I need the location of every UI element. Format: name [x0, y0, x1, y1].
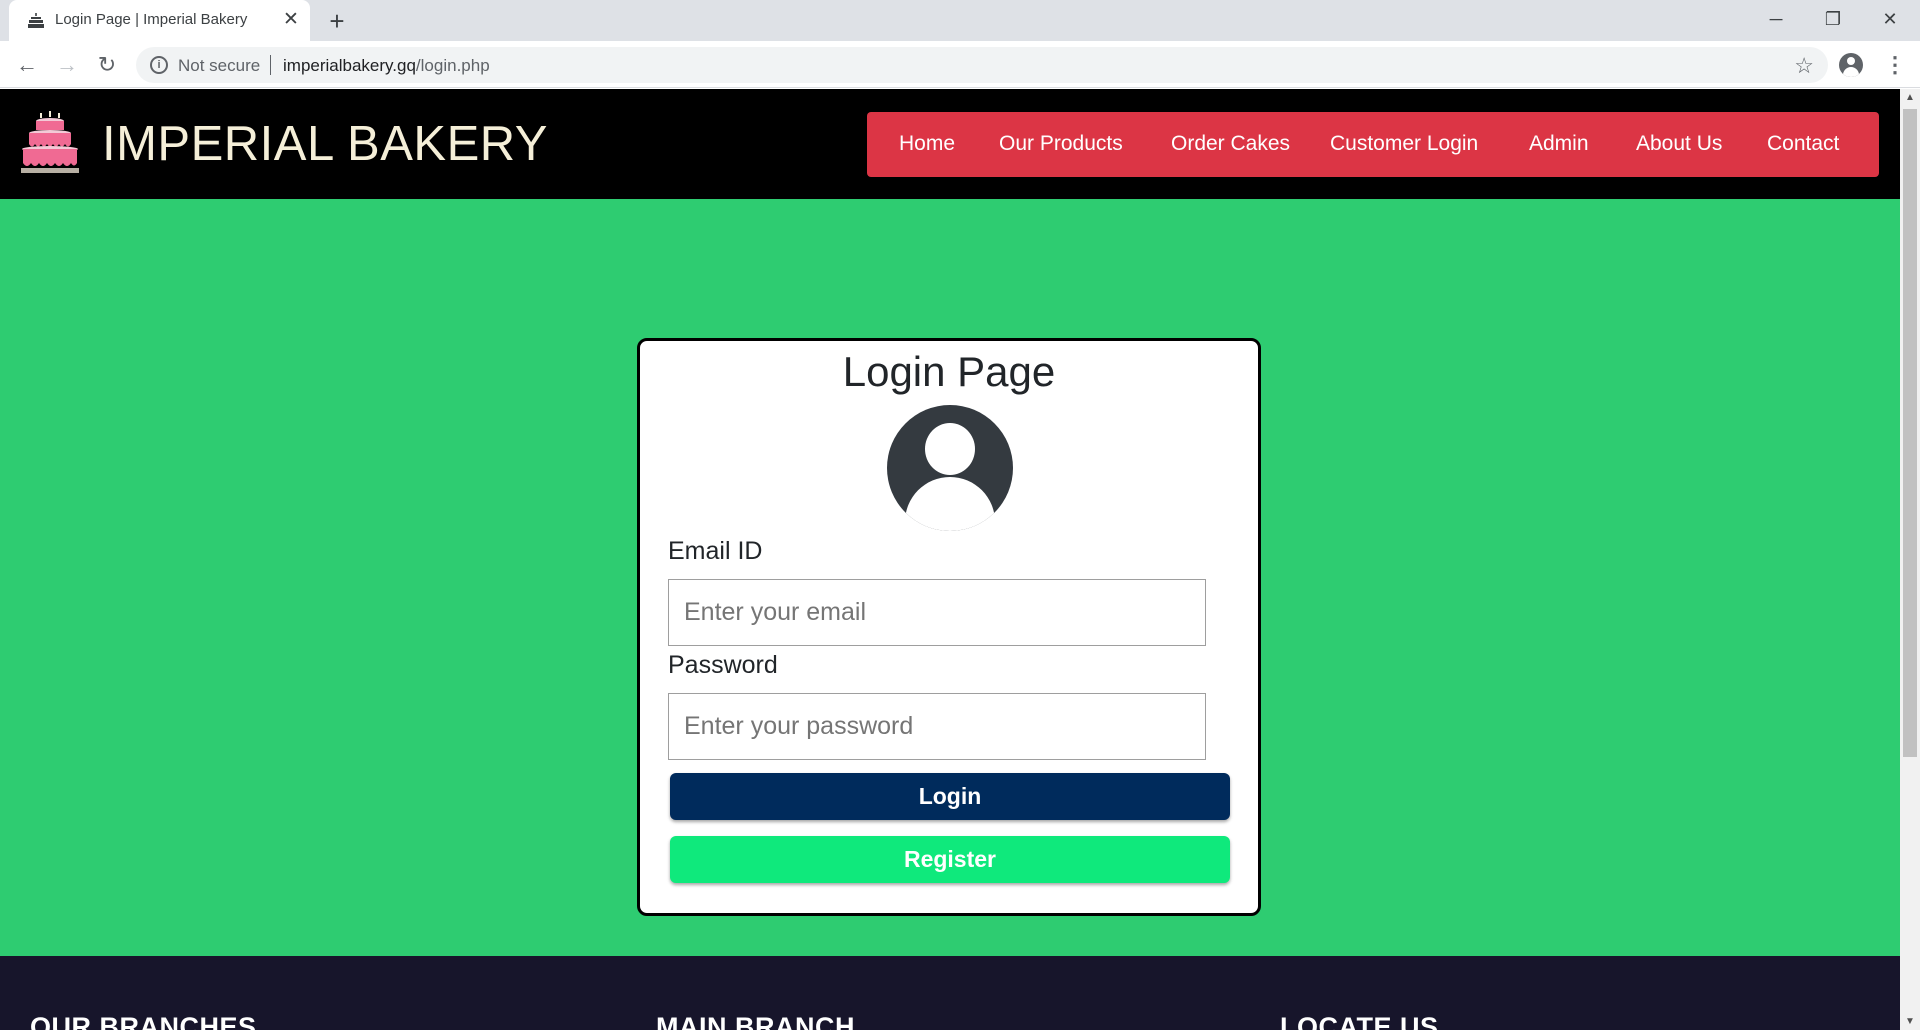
bookmark-star-icon[interactable]: ☆: [1794, 53, 1814, 79]
profile-icon[interactable]: [1839, 53, 1863, 77]
page-scrollbar[interactable]: ▲ ▼: [1900, 89, 1920, 1030]
security-label: Not secure: [178, 56, 261, 75]
footer-heading-branches: OUR BRANCHES: [30, 1012, 257, 1030]
user-circle-icon: [887, 405, 1013, 531]
browser-menu-icon[interactable]: ⋮: [1884, 51, 1906, 79]
avatar-body: [905, 477, 995, 531]
close-window-button[interactable]: ✕: [1862, 0, 1918, 38]
browser-tab-strip: Login Page | Imperial Bakery ✕ + ─ ❐ ✕: [0, 0, 1920, 41]
url-host: imperialbakery.gq: [283, 56, 416, 75]
main-content: Login Page Email ID Password Login Regis…: [0, 199, 1900, 956]
cake-icon[interactable]: [20, 111, 82, 175]
new-tab-button[interactable]: +: [323, 7, 351, 35]
nav-our-products[interactable]: Our Products: [999, 132, 1123, 156]
brand-title[interactable]: IMPERIAL BAKERY: [102, 116, 548, 172]
site-footer: OUR BRANCHES MAIN BRANCH LOCATE US: [0, 956, 1900, 1030]
password-field[interactable]: [668, 693, 1206, 760]
login-card: Login Page Email ID Password Login Regis…: [637, 338, 1261, 916]
browser-tab[interactable]: Login Page | Imperial Bakery ✕: [9, 0, 310, 41]
email-field[interactable]: [668, 579, 1206, 646]
tab-title: Login Page | Imperial Bakery: [55, 11, 248, 28]
scroll-thumb[interactable]: [1903, 109, 1917, 757]
maximize-button[interactable]: ❐: [1805, 0, 1861, 38]
nav-admin[interactable]: Admin: [1529, 132, 1589, 156]
avatar-head: [925, 423, 975, 475]
nav-order-cakes[interactable]: Order Cakes: [1171, 132, 1290, 156]
forward-button[interactable]: →: [52, 50, 82, 80]
footer-heading-main-branch: MAIN BRANCH: [656, 1012, 855, 1030]
register-button[interactable]: Register: [670, 836, 1230, 883]
login-button[interactable]: Login: [670, 773, 1230, 820]
nav-home[interactable]: Home: [899, 132, 955, 156]
divider: [270, 55, 271, 75]
url-path: /login.php: [415, 56, 490, 75]
back-button[interactable]: ←: [12, 50, 42, 80]
password-label: Password: [668, 651, 778, 679]
nav-contact[interactable]: Contact: [1767, 132, 1839, 156]
nav-customer-login[interactable]: Customer Login: [1330, 132, 1478, 156]
footer-heading-locate-us: LOCATE US: [1280, 1012, 1439, 1030]
main-nav: Home Our Products Order Cakes Customer L…: [867, 112, 1879, 177]
address-bar[interactable]: i Not secure imperialbakery.gq/login.php…: [136, 47, 1828, 83]
scroll-up-arrow[interactable]: ▲: [1905, 92, 1915, 103]
site-header: IMPERIAL BAKERY Home Our Products Order …: [0, 89, 1900, 199]
tab-close-icon[interactable]: ✕: [280, 9, 302, 31]
minimize-button[interactable]: ─: [1748, 0, 1804, 38]
reload-button[interactable]: ↻: [92, 50, 122, 80]
info-icon[interactable]: i: [150, 56, 168, 74]
url-text[interactable]: imperialbakery.gq/login.php: [283, 56, 490, 76]
cake-icon: [28, 13, 44, 28]
browser-toolbar: ← → ↻ i Not secure imperialbakery.gq/log…: [0, 41, 1920, 88]
email-label: Email ID: [668, 537, 763, 565]
page-title: Login Page: [842, 348, 1056, 395]
nav-about-us[interactable]: About Us: [1636, 132, 1722, 156]
scroll-down-arrow[interactable]: ▼: [1905, 1016, 1915, 1027]
page-viewport: IMPERIAL BAKERY Home Our Products Order …: [0, 89, 1900, 1030]
